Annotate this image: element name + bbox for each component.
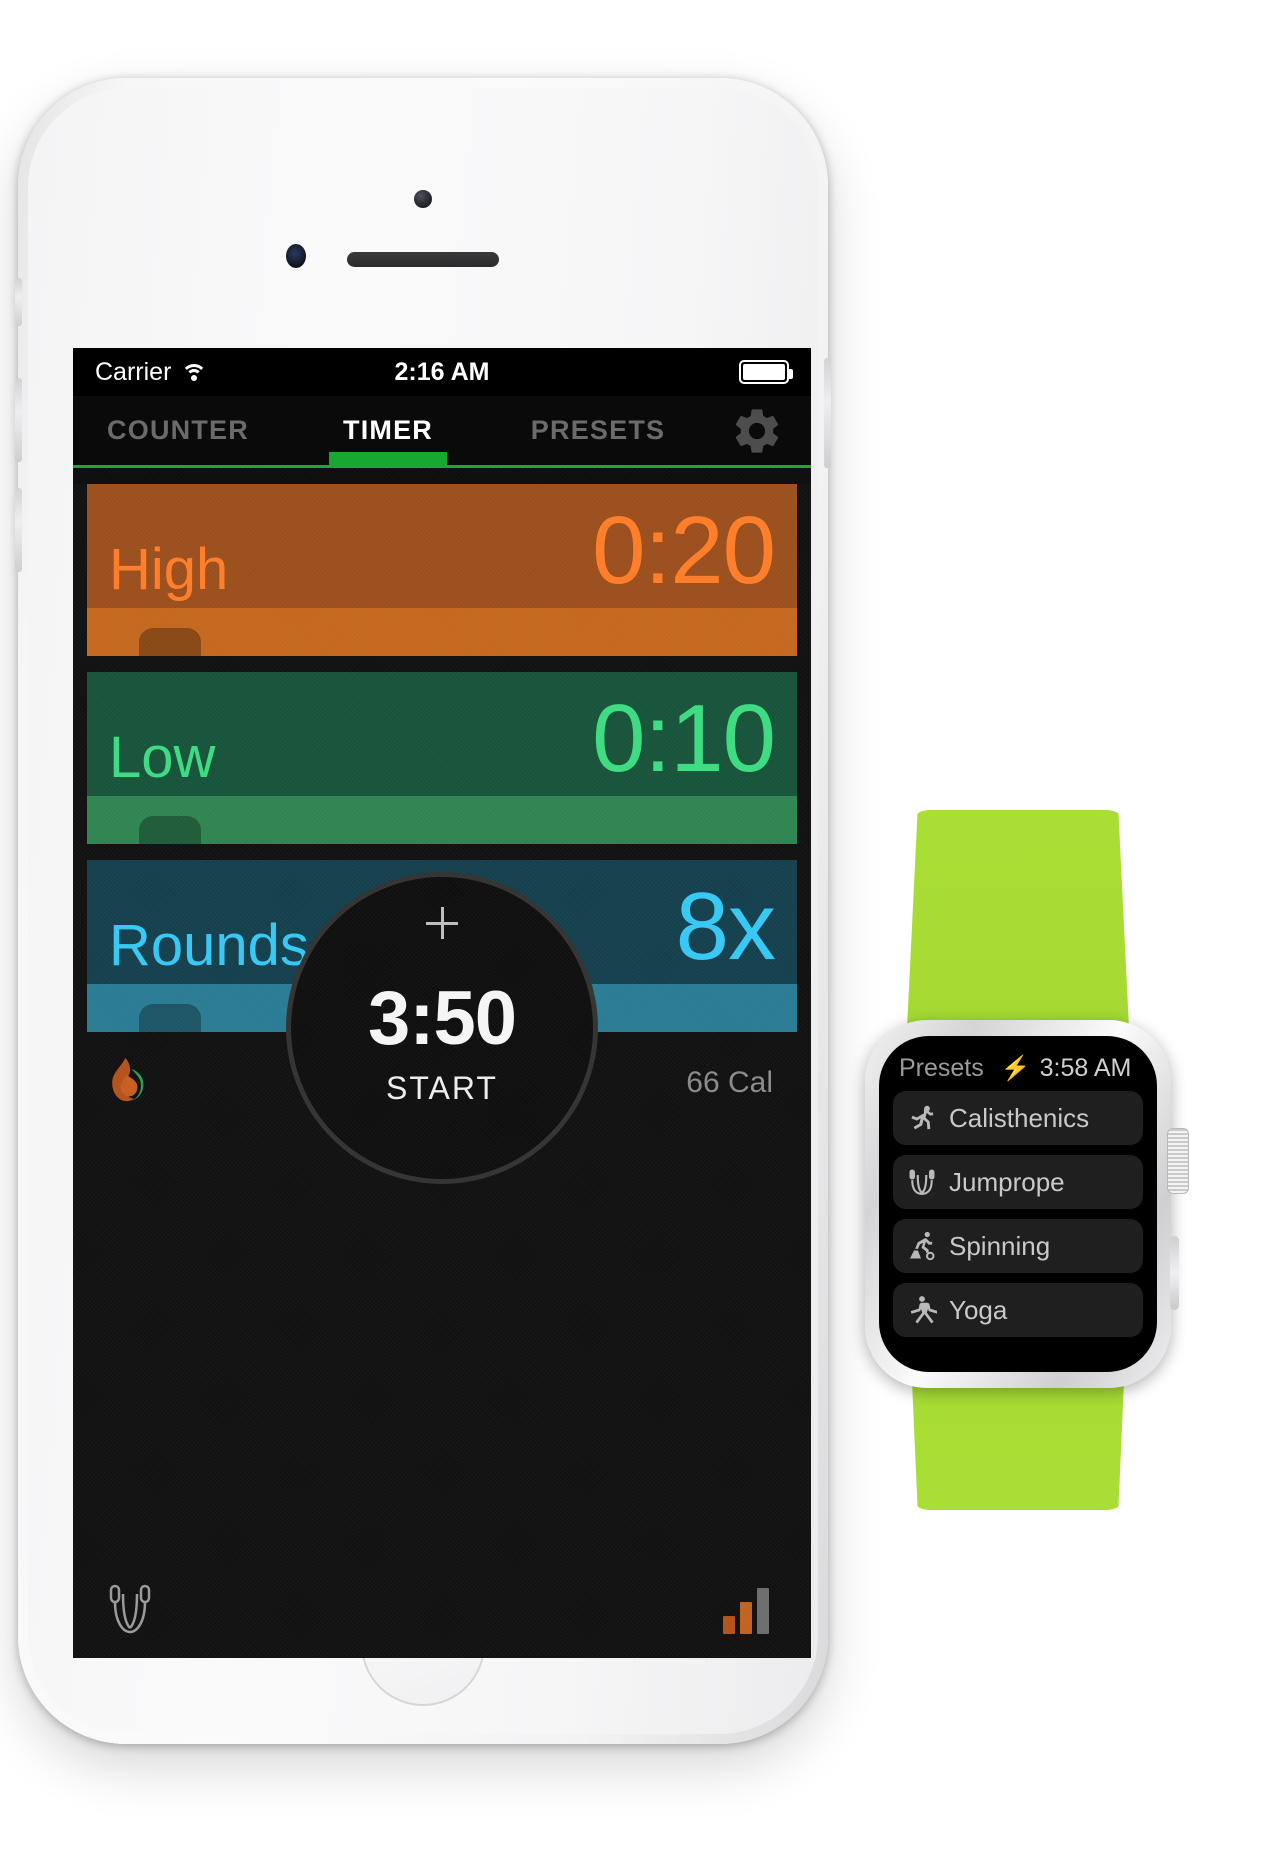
- battery-full-icon: [739, 360, 793, 384]
- phone-screen: Carrier 2:16 AM COUNTER TIMER PRESETS Hi…: [73, 348, 811, 1658]
- volume-up-button[interactable]: [15, 378, 22, 462]
- interval-row-low[interactable]: Low 0:10: [87, 672, 797, 844]
- interval-slider-low[interactable]: [87, 796, 797, 844]
- bolt-icon: ⚡: [1000, 1055, 1031, 1082]
- front-camera-icon: [414, 190, 432, 208]
- plus-icon[interactable]: [426, 907, 458, 939]
- interval-label-rounds: Rounds: [109, 913, 309, 978]
- jumprope-icon: [909, 1169, 935, 1195]
- tab-timer[interactable]: TIMER: [283, 396, 493, 465]
- timer-panel: High 0:20 Low 0:10 Rounds 8x 66 Cal 3:50…: [73, 484, 811, 1658]
- tab-presets[interactable]: PRESETS: [493, 396, 703, 465]
- yoga-icon: [910, 1296, 937, 1324]
- calisthenics-icon: [911, 1105, 934, 1130]
- screenshot-stage: Carrier 2:16 AM COUNTER TIMER PRESETS Hi…: [0, 0, 1280, 1872]
- interval-label-high: High: [109, 537, 229, 602]
- slider-knob[interactable]: [139, 1004, 201, 1032]
- tab-counter[interactable]: COUNTER: [73, 396, 283, 465]
- status-bar: Carrier 2:16 AM: [73, 348, 811, 396]
- interval-row-high[interactable]: High 0:20: [87, 484, 797, 656]
- tab-bar: COUNTER TIMER PRESETS: [73, 396, 811, 468]
- interval-value-rounds: 8x: [675, 873, 776, 980]
- digital-crown[interactable]: [1167, 1128, 1189, 1194]
- watch-case: Presets ⚡ 3:58 AM Calisthenics Jumprope …: [865, 1020, 1189, 1388]
- watch-preset-calisthenics[interactable]: Calisthenics: [893, 1091, 1143, 1145]
- apple-watch-device: Presets ⚡ 3:58 AM Calisthenics Jumprope …: [838, 810, 1198, 1510]
- volume-down-button[interactable]: [15, 488, 22, 572]
- watch-preset-label: Yoga: [949, 1294, 1008, 1325]
- jumprope-icon[interactable]: [109, 1584, 151, 1636]
- iphone-device: Carrier 2:16 AM COUNTER TIMER PRESETS Hi…: [15, 78, 831, 1744]
- watch-preset-yoga[interactable]: Yoga: [893, 1283, 1143, 1337]
- watch-preset-label: Calisthenics: [949, 1102, 1090, 1133]
- watch-preset-jumprope[interactable]: Jumprope: [893, 1155, 1143, 1209]
- flame-icon: [112, 1058, 144, 1102]
- start-timer-button[interactable]: 3:50 START: [286, 872, 598, 1184]
- wifi-icon: [181, 362, 208, 382]
- spinning-icon: [910, 1231, 935, 1261]
- power-button[interactable]: [824, 358, 831, 468]
- watch-preset-label: Jumprope: [949, 1166, 1065, 1197]
- watch-screen: Presets ⚡ 3:58 AM Calisthenics Jumprope …: [879, 1036, 1157, 1372]
- interval-value-high: 0:20: [592, 497, 776, 604]
- earpiece-speaker: [347, 252, 499, 267]
- watch-side-button[interactable]: [1170, 1236, 1179, 1310]
- watch-page-title: Presets: [899, 1054, 984, 1082]
- slider-knob[interactable]: [139, 628, 201, 656]
- silent-switch[interactable]: [15, 278, 22, 326]
- status-bar-left: Carrier: [95, 357, 208, 387]
- total-time-label: 3:50: [367, 976, 517, 1061]
- watch-preset-spinning[interactable]: Spinning: [893, 1219, 1143, 1273]
- interval-value-low: 0:10: [592, 685, 776, 792]
- calories-label: 66 Cal: [686, 1066, 773, 1099]
- interval-label-low: Low: [109, 725, 216, 790]
- start-label: START: [386, 1070, 498, 1106]
- gear-icon: [735, 408, 779, 453]
- watch-clock: 3:58 AM: [1039, 1054, 1132, 1082]
- settings-button[interactable]: [703, 404, 811, 458]
- watch-header: Presets ⚡ 3:58 AM: [893, 1054, 1143, 1091]
- carrier-label: Carrier: [95, 357, 172, 386]
- interval-slider-high[interactable]: [87, 608, 797, 656]
- proximity-sensor-icon: [286, 244, 306, 268]
- slider-knob[interactable]: [139, 816, 201, 844]
- watch-preset-label: Spinning: [949, 1230, 1051, 1261]
- bar-chart-icon[interactable]: [723, 1586, 773, 1634]
